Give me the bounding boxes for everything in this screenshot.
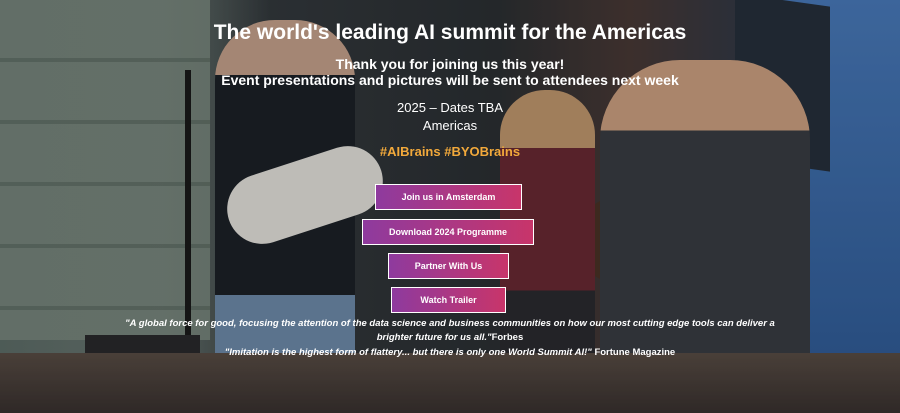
quote-source: Forbes bbox=[491, 332, 524, 343]
quote-text: "A global force for good, focusing the a… bbox=[125, 318, 775, 343]
partner-button[interactable]: Partner With Us bbox=[388, 253, 509, 279]
hashtags: #AIBrains #BYOBrains bbox=[379, 144, 521, 159]
thanks-line-2: Event presentations and pictures will be… bbox=[221, 72, 679, 88]
press-quote-forbes: "A global force for good, focusing the a… bbox=[120, 317, 780, 345]
quote-text: "Imitation is the highest form of flatte… bbox=[224, 347, 592, 358]
event-info: 2025 – Dates TBA Americas bbox=[0, 99, 900, 135]
thanks-message: Thank you for joining us this year! Even… bbox=[0, 56, 900, 88]
event-dates: 2025 – Dates TBA bbox=[397, 100, 503, 115]
press-quote-fortune: "Imitation is the highest form of flatte… bbox=[120, 347, 780, 359]
watch-trailer-button[interactable]: Watch Trailer bbox=[391, 287, 506, 313]
quote-source: Fortune Magazine bbox=[594, 347, 676, 358]
join-amsterdam-button[interactable]: Join us in Amsterdam bbox=[375, 184, 522, 210]
thanks-line-1: Thank you for joining us this year! bbox=[335, 56, 565, 72]
hero-title: The world's leading AI summit for the Am… bbox=[213, 21, 687, 44]
hero-content: The world's leading AI summit for the Am… bbox=[0, 0, 900, 413]
download-programme-button[interactable]: Download 2024 Programme bbox=[362, 219, 534, 245]
event-region: Americas bbox=[422, 118, 478, 133]
